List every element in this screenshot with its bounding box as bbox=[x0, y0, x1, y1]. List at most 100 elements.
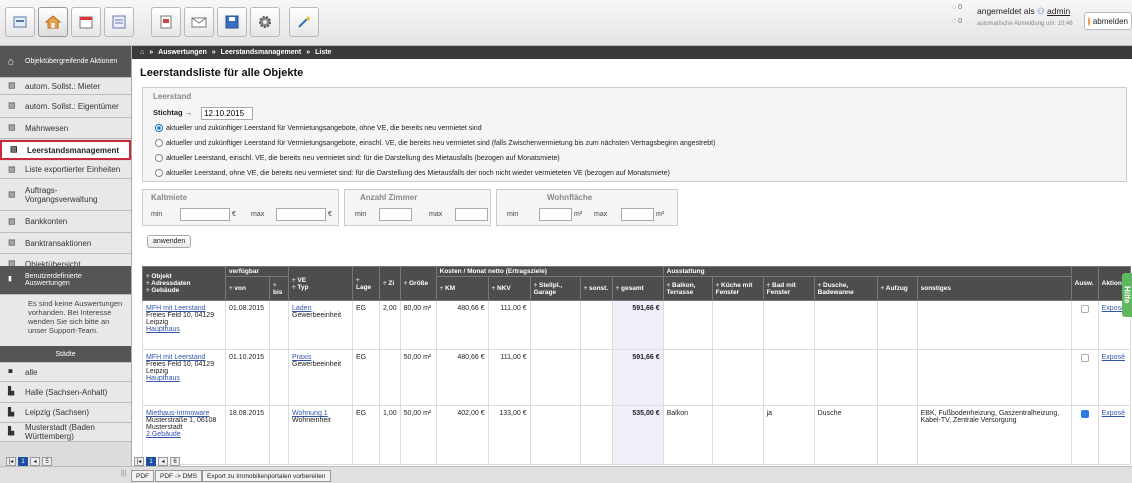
zimmer-max-input[interactable] bbox=[455, 208, 488, 221]
option-1[interactable]: aktueller und zukünftiger Leerstand für … bbox=[155, 124, 482, 132]
stichtag-input[interactable] bbox=[201, 107, 253, 120]
expose-link[interactable]: Exposé bbox=[1102, 410, 1125, 417]
col-dusche[interactable]: ÷ Dusche, Badewanne bbox=[813, 276, 878, 301]
option-4[interactable]: aktueller Leerstand, ohne VE, die bereit… bbox=[155, 169, 670, 177]
col-ve[interactable]: ÷ VE ÷ Typ bbox=[288, 266, 353, 301]
logout-button[interactable]: abmelden bbox=[1084, 12, 1132, 30]
document-icon: ▤ bbox=[8, 164, 16, 173]
col-gesamt[interactable]: ÷ gesamt bbox=[611, 276, 664, 301]
pdf-dms-button[interactable]: PDF -> DMS bbox=[155, 470, 203, 482]
sidebar-item-sollst-eigentuemer[interactable]: ▤ autom. Sollst.: Eigentümer bbox=[0, 95, 131, 118]
col-lage[interactable]: ÷ Lage bbox=[352, 266, 380, 301]
mail-button[interactable] bbox=[184, 7, 214, 37]
option-3[interactable]: aktueller Leerstand, einschl. VE, die be… bbox=[155, 154, 560, 162]
gebaeude-link[interactable]: Haupthaus bbox=[146, 375, 222, 382]
save-icon bbox=[225, 15, 239, 29]
sidebar-pager: |◂ 1 ◂ 5 bbox=[6, 457, 52, 466]
list-button[interactable] bbox=[104, 7, 134, 37]
sidebar-item-bankkonten[interactable]: ▤ Bankkonten bbox=[0, 211, 131, 233]
document-icon: ▤ bbox=[8, 237, 16, 247]
kaltmiete-min-input[interactable] bbox=[180, 208, 230, 221]
col-aufzug[interactable]: ÷ Aufzug bbox=[876, 276, 918, 301]
documents-button[interactable] bbox=[151, 7, 181, 37]
sidebar-city-musterstadt[interactable]: ▙ Musterstadt (Baden Württemberg) bbox=[0, 423, 131, 442]
sidebar-item-liste-exportierter-einheiten[interactable]: ▤ Liste exportierter Einheiten bbox=[0, 161, 131, 179]
pager-total-pages[interactable]: 6 bbox=[170, 457, 180, 466]
pager-first-icon[interactable]: |◂ bbox=[6, 457, 16, 466]
radio[interactable] bbox=[155, 169, 163, 177]
sidebar-city-leipzig[interactable]: ▙ Leipzig (Sachsen) bbox=[0, 403, 131, 423]
col-nkv[interactable]: ÷ NKV bbox=[487, 276, 531, 301]
sidebar-item-auftrags-vorgangsverwaltung[interactable]: ▤ Auftrags-Vorgangsverwaltung bbox=[0, 179, 131, 211]
help-tab[interactable]: Hilfe bbox=[1122, 273, 1132, 317]
breadcrumb-auswertungen[interactable]: Auswertungen bbox=[158, 49, 207, 56]
objekt-link[interactable]: MFH mit Leerstand bbox=[146, 305, 222, 312]
ve-link[interactable]: Praxis bbox=[292, 354, 349, 361]
col-sonst[interactable]: ÷ sonst. bbox=[579, 276, 613, 301]
ve-link[interactable]: Wohnung 1 bbox=[292, 410, 349, 417]
pager-prev-icon[interactable]: ◂ bbox=[30, 457, 40, 466]
bottom-action-bar: ||| PDF PDF -> DMS Export zu Immobilienp… bbox=[0, 466, 1132, 483]
sidebar-item-sollst-mieter[interactable]: ▤ autom. Sollst.: Mieter bbox=[0, 78, 131, 95]
save-button[interactable] bbox=[217, 7, 247, 37]
gebaeude-link[interactable]: 2.Gebäude bbox=[146, 431, 222, 438]
wohnflaeche-min-input[interactable] bbox=[539, 208, 572, 221]
calendar-button[interactable] bbox=[71, 7, 101, 37]
expose-link[interactable]: Exposé bbox=[1102, 354, 1125, 361]
pager-current-page[interactable]: 1 bbox=[18, 457, 28, 466]
export-portals-button[interactable]: Export zu Immobilienportalen vorbereiten bbox=[202, 470, 331, 482]
objekt-link[interactable]: Miethaus-Immoware bbox=[146, 410, 222, 417]
wohnflaeche-max-input[interactable] bbox=[621, 208, 654, 221]
sidebar-city-alle[interactable]: ■ alle bbox=[0, 363, 131, 382]
settings-button[interactable] bbox=[250, 7, 280, 37]
option-2[interactable]: aktueller und zukünftiger Leerstand für … bbox=[155, 139, 715, 147]
ve-link[interactable]: Laden bbox=[292, 305, 349, 312]
col-stellpl[interactable]: ÷ Stellpl., Garage bbox=[529, 276, 581, 301]
kaltmiete-max-input[interactable] bbox=[276, 208, 326, 221]
radio-selected[interactable] bbox=[155, 124, 163, 132]
col-kueche[interactable]: ÷ Küche mit Fenster bbox=[711, 276, 764, 301]
notification-counter[interactable]: ◌ 0 bbox=[952, 4, 962, 11]
wizard-button[interactable] bbox=[289, 7, 319, 37]
breadcrumb-leerstandsmanagement[interactable]: Leerstandsmanagement bbox=[221, 49, 302, 56]
gebaeude-link[interactable]: Haupthaus bbox=[146, 326, 222, 333]
col-balkon[interactable]: ÷ Balkon, Terrasse bbox=[662, 276, 713, 301]
pager-current-page[interactable]: 1 bbox=[146, 457, 156, 466]
zimmer-min-input[interactable] bbox=[379, 208, 412, 221]
select-checkbox[interactable] bbox=[1080, 305, 1089, 313]
sidebar-city-halle[interactable]: ▙ Halle (Sachsen-Anhalt) bbox=[0, 382, 131, 403]
sidebar-item-banktransaktionen[interactable]: ▤ Banktransaktionen bbox=[0, 233, 131, 254]
col-zi[interactable]: ÷ Zi bbox=[379, 266, 401, 301]
username-link[interactable]: admin bbox=[1047, 6, 1070, 16]
radio[interactable] bbox=[155, 139, 163, 147]
pager-total-pages[interactable]: 5 bbox=[42, 457, 52, 466]
cell-von: 01.08.2015 bbox=[225, 300, 270, 350]
col-von[interactable]: ÷ von bbox=[225, 276, 270, 301]
select-checkbox[interactable] bbox=[1080, 410, 1089, 418]
pager-prev-icon[interactable]: ◂ bbox=[158, 457, 168, 466]
cell-sonst bbox=[579, 300, 613, 350]
cell-sonst bbox=[579, 405, 613, 465]
cell-aktion: Exposé bbox=[1097, 405, 1131, 465]
cell-aufzug bbox=[876, 349, 918, 406]
resize-handle-icon[interactable]: ||| bbox=[121, 470, 126, 477]
home-button[interactable] bbox=[38, 7, 68, 37]
cell-sonstiges bbox=[916, 349, 1072, 406]
home-breadcrumb-icon[interactable]: ⌂ bbox=[140, 49, 144, 56]
apply-button[interactable]: anwenden bbox=[147, 235, 192, 248]
col-objekt[interactable]: ÷ Objekt ÷ Adressdaten ÷ Gebäude bbox=[142, 266, 226, 301]
dashboard-button[interactable] bbox=[5, 7, 35, 37]
sidebar-item-mahnwesen[interactable]: ▤ Mahnwesen bbox=[0, 118, 131, 139]
user-counter[interactable]: ◌ 0 bbox=[952, 18, 962, 25]
pager-first-icon[interactable]: |◂ bbox=[134, 457, 144, 466]
col-bad[interactable]: ÷ Bad mit Fenster bbox=[762, 276, 815, 301]
notification-count: 0 bbox=[958, 4, 963, 11]
select-checkbox[interactable] bbox=[1080, 354, 1089, 362]
pdf-button[interactable]: PDF bbox=[131, 470, 154, 482]
radio[interactable] bbox=[155, 154, 163, 162]
col-bis[interactable]: ÷ bis bbox=[269, 276, 289, 301]
col-km[interactable]: ÷ KM bbox=[435, 276, 489, 301]
objekt-link[interactable]: MFH mit Leerstand bbox=[146, 354, 222, 361]
sidebar-item-leerstandsmanagement[interactable]: ▤ Leerstandsmanagement bbox=[0, 140, 131, 160]
col-groesse[interactable]: ÷ Größe bbox=[399, 266, 437, 301]
